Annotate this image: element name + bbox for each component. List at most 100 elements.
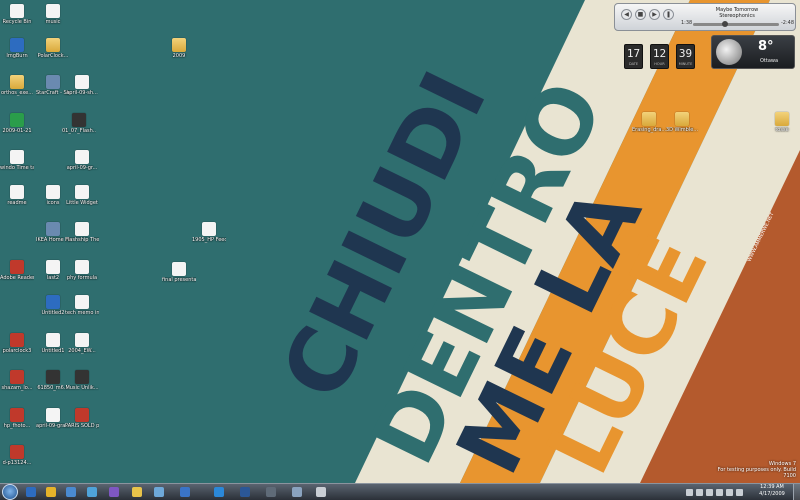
previous-icon[interactable]: ◀ bbox=[621, 9, 632, 20]
folder-app-icon bbox=[132, 487, 142, 497]
folder-icon bbox=[10, 75, 24, 89]
file-icon bbox=[46, 4, 60, 18]
desktop-icon[interactable]: hp_fhoto... bbox=[0, 408, 34, 429]
network-icon[interactable] bbox=[696, 489, 703, 496]
file-icon bbox=[46, 408, 60, 422]
taskbar-app-browser[interactable] bbox=[22, 485, 40, 499]
taskbar-app-windows-app[interactable] bbox=[210, 485, 228, 499]
folder-icon bbox=[775, 112, 789, 126]
desktop-icon-label: readme bbox=[7, 200, 27, 206]
pause-icon[interactable]: ❚ bbox=[663, 9, 674, 20]
taskbar-app-network[interactable] bbox=[62, 485, 80, 499]
desktop-icon-label: Flashship Theme bbox=[65, 237, 99, 243]
desktop-icon-label: 2009 bbox=[172, 53, 186, 59]
file-icon bbox=[75, 222, 89, 236]
desktop-icon[interactable]: 1905_HP Feedback dir... bbox=[192, 222, 226, 243]
desktop-icon[interactable]: Adobe Reader 9 bbox=[0, 260, 34, 281]
taskbar-app-music-app[interactable] bbox=[83, 485, 101, 499]
taskbar-app-screen-app[interactable] bbox=[262, 485, 280, 499]
file-icon bbox=[10, 185, 24, 199]
clock-minute-value: 39 bbox=[678, 47, 693, 60]
file-icon bbox=[75, 75, 89, 89]
taskbar-app-search-app[interactable] bbox=[150, 485, 168, 499]
weather-city: Ottawa bbox=[760, 58, 779, 64]
desktop-icon[interactable]: Flashship Theme bbox=[65, 222, 99, 243]
desktop-icon[interactable]: ImgBurn bbox=[0, 38, 34, 59]
battery-icon[interactable] bbox=[716, 489, 723, 496]
shield-icon[interactable] bbox=[736, 489, 743, 496]
clock-date-value: 17 bbox=[626, 47, 641, 60]
taskbar-app-media-player[interactable] bbox=[105, 485, 123, 499]
taskbar-app-word-app[interactable] bbox=[236, 485, 254, 499]
desktop-icon[interactable]: music bbox=[36, 4, 70, 25]
desktop-icon[interactable]: tosse bbox=[765, 112, 799, 133]
media-progress-bar[interactable] bbox=[693, 21, 779, 27]
taskbar: 12:39 AM 4/17/2009 bbox=[0, 483, 800, 500]
desktop-icon-label: PARIS SOLD presents_0... bbox=[65, 423, 99, 429]
desktop-icon-label: Adobe Reader 9 bbox=[0, 275, 34, 281]
speaker-icon[interactable] bbox=[706, 489, 713, 496]
file-icon bbox=[10, 38, 24, 52]
desktop-icon-label: windo Time table bbox=[0, 165, 34, 171]
file-icon bbox=[10, 408, 24, 422]
desktop-icon[interactable]: phy formula bbox=[65, 260, 99, 281]
moon-icon bbox=[716, 39, 742, 65]
file-icon bbox=[46, 185, 60, 199]
taskbar-app-tools-app[interactable] bbox=[288, 485, 306, 499]
folder-icon bbox=[172, 38, 186, 52]
desktop-icon[interactable]: polarclock3 bbox=[0, 333, 34, 354]
desktop-icon[interactable]: Little Widget bbox=[65, 185, 99, 206]
desktop-icon-label: april-09-gr... bbox=[66, 165, 98, 171]
taskbar-app-chrome[interactable] bbox=[42, 485, 60, 499]
desktop-icon-label: 3D Wimble... bbox=[665, 127, 699, 133]
taskbar-app-blue-app[interactable] bbox=[176, 485, 194, 499]
desktop-icon[interactable]: orthos_exe... bbox=[0, 75, 34, 96]
file-icon bbox=[202, 222, 216, 236]
desktop-icon[interactable]: final presentation bbox=[162, 262, 196, 283]
taskbar-date: 4/17/2009 bbox=[759, 491, 785, 497]
desktop-icon[interactable]: april-09-sh... bbox=[65, 75, 99, 96]
flag-icon[interactable] bbox=[726, 489, 733, 496]
media-progress-knob[interactable] bbox=[721, 21, 728, 27]
desktop-icon[interactable]: 2004_EW... bbox=[65, 333, 99, 354]
stop-icon[interactable]: ■ bbox=[635, 9, 646, 20]
desktop-icon[interactable]: 3D Wimble... bbox=[665, 112, 699, 133]
screen-app-icon bbox=[266, 487, 276, 497]
desktop: CHIUDI DENTRO ME LA LUCE WWW.AMMERWE.NET… bbox=[0, 0, 800, 483]
desktop-icon[interactable]: Recycle Bin bbox=[0, 4, 34, 25]
taskbar-time: 12:39 AM bbox=[760, 484, 784, 490]
desktop-icon[interactable]: d-p13124... bbox=[0, 445, 34, 466]
clock-hour-label: HOUR bbox=[654, 62, 665, 66]
taskbar-app-paint-app[interactable] bbox=[312, 485, 330, 499]
next-icon[interactable]: ▶ bbox=[649, 9, 660, 20]
file-icon bbox=[46, 295, 60, 309]
file-icon bbox=[10, 370, 24, 384]
start-button[interactable] bbox=[2, 484, 18, 500]
file-icon bbox=[10, 445, 24, 459]
arrow-up-icon[interactable] bbox=[686, 489, 693, 496]
desktop-icon[interactable]: april-09-gr... bbox=[65, 150, 99, 171]
desktop-icon[interactable]: 01_07_Flash... bbox=[62, 113, 96, 134]
desktop-icon[interactable]: Music Unlik... bbox=[65, 370, 99, 391]
file-icon bbox=[46, 333, 60, 347]
tools-app-icon bbox=[292, 487, 302, 497]
desktop-icon[interactable]: PolarClock... bbox=[36, 38, 70, 59]
desktop-icon[interactable]: PARIS SOLD presents_0... bbox=[65, 408, 99, 429]
taskbar-clock[interactable]: 12:39 AM 4/17/2009 bbox=[752, 484, 792, 498]
desktop-icon[interactable]: windo Time table bbox=[0, 150, 34, 171]
weather-gadget[interactable]: 8° Ottawa bbox=[711, 35, 795, 69]
desktop-icon[interactable]: shazam_lo... bbox=[0, 370, 34, 391]
desktop-icon[interactable]: 2009 bbox=[162, 38, 196, 59]
desktop-icon[interactable]: readme bbox=[0, 185, 34, 206]
file-icon bbox=[75, 370, 89, 384]
windows-watermark: Windows 7 For testing purposes only. Bui… bbox=[706, 461, 796, 479]
taskbar-app-folder-app[interactable] bbox=[128, 485, 146, 499]
media-player-gadget[interactable]: ◀ ■ ▶ ❚ Maybe Tomorrow Stereophonics 1:3… bbox=[614, 3, 796, 31]
show-desktop-button[interactable] bbox=[793, 484, 800, 500]
clock-hour-value: 12 bbox=[652, 47, 667, 60]
desktop-icon-label: ImgBurn bbox=[6, 53, 28, 59]
desktop-icon[interactable]: 2009-01-21 bbox=[0, 113, 34, 134]
desktop-icon[interactable]: Erasing_dra... bbox=[632, 112, 666, 133]
media-track-artist: Stereophonics bbox=[719, 13, 755, 19]
desktop-icon[interactable]: tech memo instructions bbox=[65, 295, 99, 316]
